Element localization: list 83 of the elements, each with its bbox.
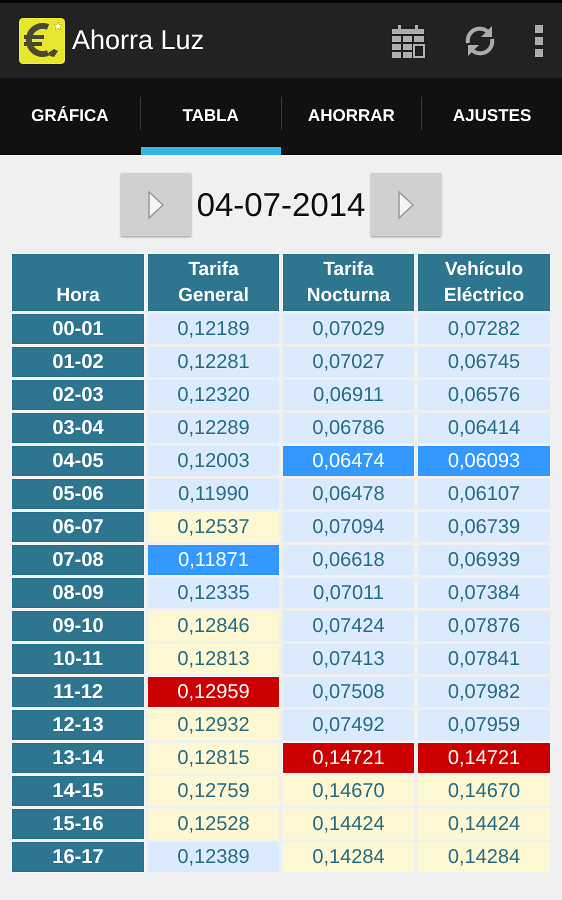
- hour-cell: 04-05: [12, 446, 144, 476]
- price-cell: 0,06939: [418, 545, 550, 575]
- price-cell: 0,07282: [418, 314, 550, 344]
- tab[interactable]: TABLA: [140, 78, 280, 155]
- tab[interactable]: AHORRAR: [282, 78, 422, 155]
- price-cell: 0,12389: [148, 842, 279, 872]
- column-header: Tarifa General: [148, 254, 279, 311]
- price-cell: 0,07029: [283, 314, 414, 344]
- triangle-right-icon: [397, 190, 416, 220]
- price-cell: 0,12932: [148, 710, 279, 740]
- price-cell: 0,07876: [418, 611, 550, 641]
- price-cell: 0,06745: [418, 347, 550, 377]
- price-cell: 0,07492: [283, 710, 414, 740]
- price-cell: 0,12003: [148, 446, 279, 476]
- price-cell: 0,12959: [148, 677, 279, 707]
- price-cell: 0,06576: [418, 380, 550, 410]
- price-cell: 0,12189: [148, 314, 279, 344]
- price-cell: 0,12335: [148, 578, 279, 608]
- column-header: Hora: [12, 254, 144, 311]
- price-cell: 0,14670: [283, 776, 414, 806]
- column-header: Tarifa Nocturna: [283, 254, 414, 311]
- price-cell: 0,11871: [148, 545, 279, 575]
- price-cell: 0,12289: [148, 413, 279, 443]
- price-cell: 0,07027: [283, 347, 414, 377]
- app-logo-icon: [18, 16, 66, 64]
- hour-cell: 02-03: [12, 380, 144, 410]
- hour-cell: 13-14: [12, 743, 144, 773]
- hour-cell: 03-04: [12, 413, 144, 443]
- hour-cell: 11-12: [12, 677, 144, 707]
- price-cell: 0,12320: [148, 380, 279, 410]
- price-cell: 0,14424: [283, 809, 414, 839]
- hour-cell: 15-16: [12, 809, 144, 839]
- hour-cell: 10-11: [12, 644, 144, 674]
- overflow-menu-icon[interactable]: [534, 24, 544, 58]
- price-cell: 0,06474: [283, 446, 414, 476]
- price-cell: 0,14721: [418, 743, 550, 773]
- price-cell: 0,12846: [148, 611, 279, 641]
- price-cell: 0,12815: [148, 743, 279, 773]
- price-cell: 0,07094: [283, 512, 414, 542]
- price-cell: 0,07011: [283, 578, 414, 608]
- price-cell: 0,06478: [283, 479, 414, 509]
- calendar-icon[interactable]: [390, 22, 426, 58]
- price-cell: 0,14670: [418, 776, 550, 806]
- price-cell: 0,12759: [148, 776, 279, 806]
- hour-cell: 14-15: [12, 776, 144, 806]
- hour-cell: 08-09: [12, 578, 144, 608]
- price-cell: 0,14721: [283, 743, 414, 773]
- price-cell: 0,06911: [283, 380, 414, 410]
- price-cell: 0,07424: [283, 611, 414, 641]
- hour-cell: 06-07: [12, 512, 144, 542]
- price-cell: 0,06107: [418, 479, 550, 509]
- hour-cell: 07-08: [12, 545, 144, 575]
- price-cell: 0,06786: [283, 413, 414, 443]
- price-cell: 0,06618: [283, 545, 414, 575]
- price-cell: 0,12281: [148, 347, 279, 377]
- hour-cell: 01-02: [12, 347, 144, 377]
- hour-cell: 00-01: [12, 314, 144, 344]
- hour-cell: 12-13: [12, 710, 144, 740]
- price-cell: 0,07413: [283, 644, 414, 674]
- price-cell: 0,07384: [418, 578, 550, 608]
- column-header: Vehículo Eléctrico: [418, 254, 550, 311]
- hour-cell: 09-10: [12, 611, 144, 641]
- price-cell: 0,12528: [148, 809, 279, 839]
- price-cell: 0,07508: [283, 677, 414, 707]
- hour-cell: 05-06: [12, 479, 144, 509]
- triangle-right-icon: [146, 190, 165, 220]
- tab[interactable]: GRÁFICA: [0, 78, 140, 155]
- price-cell: 0,07982: [418, 677, 550, 707]
- price-cell: 0,07959: [418, 710, 550, 740]
- price-cell: 0,14284: [418, 842, 550, 872]
- price-cell: 0,14424: [418, 809, 550, 839]
- price-cell: 0,14284: [283, 842, 414, 872]
- price-cell: 0,12813: [148, 644, 279, 674]
- price-cell: 0,06739: [418, 512, 550, 542]
- hour-cell: 16-17: [12, 842, 144, 872]
- app-title: Ahorra Luz: [72, 25, 206, 56]
- price-cell: 0,11990: [148, 479, 279, 509]
- date-label: 04-07-2014: [196, 186, 366, 224]
- price-cell: 0,06414: [418, 413, 550, 443]
- price-cell: 0,07841: [418, 644, 550, 674]
- price-cell: 0,06093: [418, 446, 550, 476]
- tab[interactable]: AJUSTES: [422, 78, 562, 155]
- price-cell: 0,12537: [148, 512, 279, 542]
